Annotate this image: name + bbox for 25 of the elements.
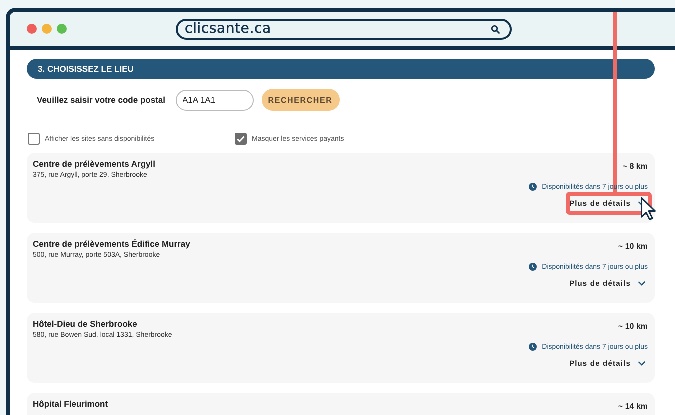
site-name: Hôtel-Dieu de Sherbrooke bbox=[33, 319, 138, 329]
section-header: 3. CHOISISSEZ LE LIEU bbox=[27, 59, 655, 79]
site-name: Centre de prélèvements Édifice Murray bbox=[33, 239, 190, 249]
address-bar[interactable]: clicsante.ca bbox=[176, 18, 512, 40]
site-name: Centre de prélèvements Argyll bbox=[33, 159, 156, 169]
postal-code-field[interactable]: A1A 1A1 bbox=[176, 90, 254, 110]
distance-label: ~ 10 km bbox=[618, 242, 648, 253]
window-control-dot[interactable] bbox=[27, 24, 37, 34]
checkbox[interactable] bbox=[235, 133, 247, 145]
window-control-dot[interactable] bbox=[57, 24, 67, 34]
search-button[interactable]: RECHERCHER bbox=[262, 89, 340, 111]
site-name: Hôpital Fleurimont bbox=[33, 399, 108, 409]
distance-label: ~ 14 km bbox=[618, 402, 648, 411]
window-control-dot[interactable] bbox=[42, 24, 52, 34]
chevron-down-icon bbox=[638, 281, 646, 286]
chevron-down-icon bbox=[638, 361, 646, 366]
clock-icon bbox=[529, 183, 538, 191]
checkbox[interactable] bbox=[28, 133, 40, 145]
clock-icon bbox=[529, 263, 538, 271]
distance-label: ~ 10 km bbox=[618, 322, 648, 333]
distance-label: ~ 8 km bbox=[622, 162, 648, 173]
postal-code-label: Veuillez saisir votre code postal bbox=[37, 95, 166, 105]
search-icon bbox=[491, 24, 500, 34]
clock-icon bbox=[529, 343, 538, 351]
url-text: clicsante.ca bbox=[185, 21, 272, 37]
